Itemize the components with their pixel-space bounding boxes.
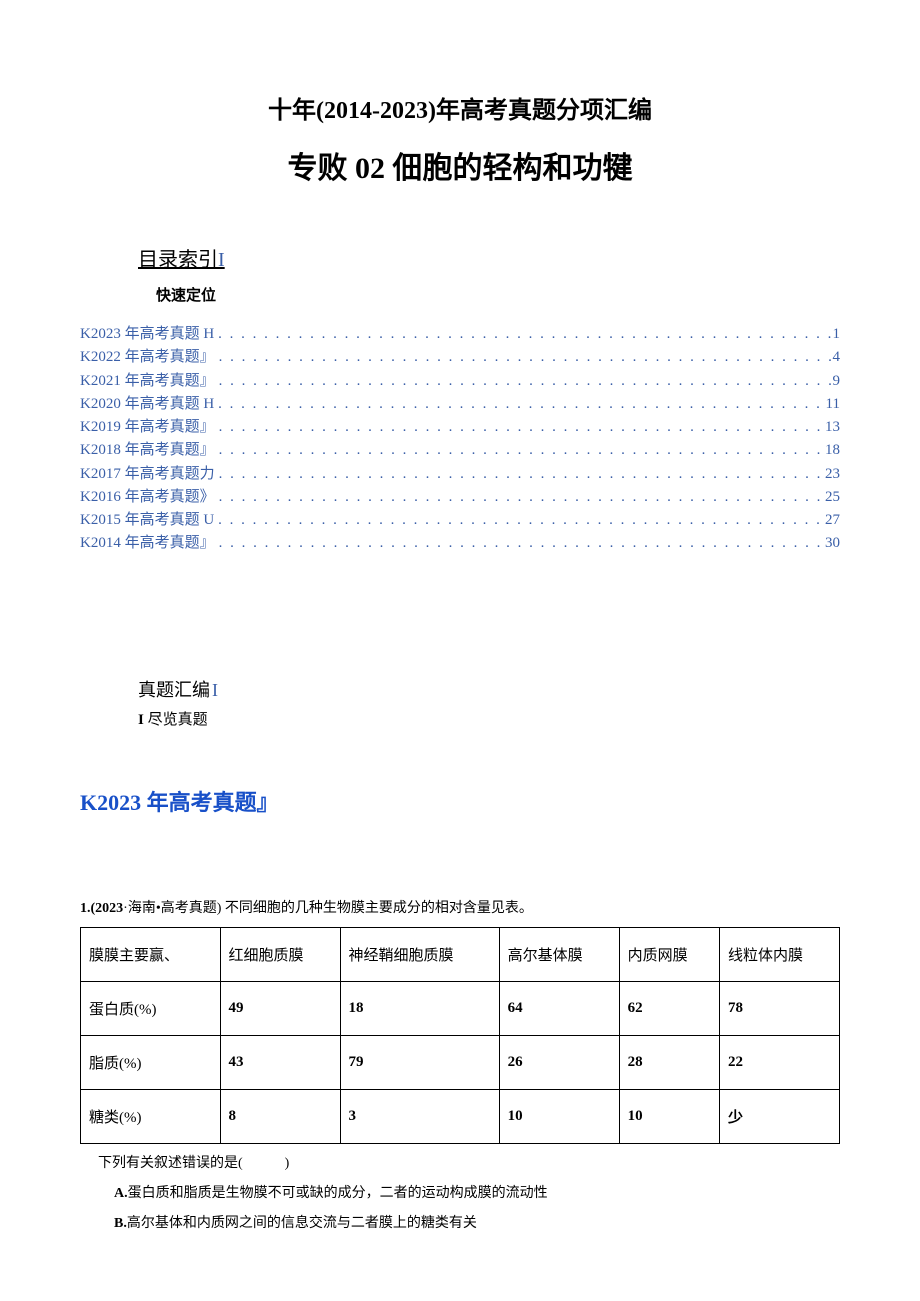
option-text: 高尔基体和内质网之间的信息交流与二者膜上的糖类有关 <box>127 1216 477 1231</box>
answer-option-a: A.蛋白质和脂质是生物膜不可或缺的成分，二者的运动构成膜的流动性 <box>80 1182 840 1202</box>
page-title-line2: 专败 02 佃胞的轻构和功犍 <box>80 143 840 187</box>
table-header-cell: 线粒体内膜 <box>719 927 839 981</box>
toc-item[interactable]: K2023 年高考真题 H 1 <box>80 323 840 346</box>
question-intro: 1.(2023·海南•高考真题) 不同细胞的几种生物膜主要成分的相对含量见表。 <box>80 897 840 917</box>
toc-heading-text: 目录索引 <box>138 249 218 271</box>
table-header-cell: 高尔基体膜 <box>499 927 619 981</box>
table-cell: 64 <box>499 981 619 1035</box>
table-cell: 26 <box>499 1035 619 1089</box>
toc-dots <box>214 509 825 532</box>
question-prompt: 下列有关叙述错误的是( ) <box>80 1152 840 1172</box>
table-row: 蛋白质(%) 49 18 64 62 78 <box>81 981 840 1035</box>
toc-item[interactable]: K2014 年高考真题』 30 <box>80 532 840 555</box>
table-row: 糖类(%) 8 3 10 10 少 <box>81 1089 840 1143</box>
table-cell: 49 <box>220 981 340 1035</box>
toc-item-page: 18 <box>825 439 840 462</box>
table-cell: 18 <box>340 981 499 1035</box>
year-heading-2023: K2023 年高考真题』 <box>80 785 840 817</box>
table-header-cell: 神经鞘细胞质膜 <box>340 927 499 981</box>
document-page: 十年(2014-2023)年高考真题分项汇编 专败 02 佃胞的轻构和功犍 目录… <box>0 0 920 1292</box>
compilation-sub-text: 尽览真题 <box>144 712 208 728</box>
toc-dots <box>215 346 833 369</box>
page-title-line1: 十年(2014-2023)年高考真题分项汇编 <box>80 90 840 125</box>
toc-item[interactable]: K2022 年高考真题』 4 <box>80 346 840 369</box>
table-cell: 43 <box>220 1035 340 1089</box>
toc-item-label: K2021 年高考真题』 <box>80 370 215 393</box>
question-intro-text: ·海南•高考真题) 不同细胞的几种生物膜主要成分的相对含量见表。 <box>123 901 533 916</box>
table-header-cell: 红细胞质膜 <box>220 927 340 981</box>
toc-subheading: 快速定位 <box>156 284 840 305</box>
toc-dots <box>214 323 832 346</box>
option-text: 蛋白质和脂质是生物膜不可或缺的成分，二者的运动构成膜的流动性 <box>128 1186 548 1201</box>
toc-dots <box>215 486 825 509</box>
question-number: 1.(2023 <box>80 901 123 916</box>
toc-dots <box>215 370 833 393</box>
toc-item-label: K2015 年高考真题 U <box>80 509 214 532</box>
toc-item-page: 27 <box>825 509 840 532</box>
toc-item-page: 30 <box>825 532 840 555</box>
toc-item-label: K2019 年高考真题』 <box>80 416 215 439</box>
compilation-subheading: I 尽览真题 <box>138 708 840 729</box>
table-cell: 79 <box>340 1035 499 1089</box>
option-letter: A. <box>114 1186 128 1201</box>
toc-dots <box>215 532 825 555</box>
table-row-label: 蛋白质(%) <box>81 981 221 1035</box>
toc-item-label: K2020 年高考真题 H <box>80 393 214 416</box>
toc-item-page: 4 <box>833 346 841 369</box>
toc-item-label: K2022 年高考真题』 <box>80 346 215 369</box>
table-cell: 10 <box>619 1089 719 1143</box>
toc-item[interactable]: K2017 年高考真题力 23 <box>80 463 840 486</box>
toc-dots <box>215 439 825 462</box>
membrane-composition-table: 膜膜主要赢、 红细胞质膜 神经鞘细胞质膜 高尔基体膜 内质网膜 线粒体内膜 蛋白… <box>80 927 840 1144</box>
toc-item-label: K2018 年高考真题』 <box>80 439 215 462</box>
table-row-label: 脂质(%) <box>81 1035 221 1089</box>
answer-option-b: B.高尔基体和内质网之间的信息交流与二者膜上的糖类有关 <box>80 1212 840 1232</box>
toc-item-page: 23 <box>825 463 840 486</box>
table-cell: 8 <box>220 1089 340 1143</box>
option-letter: B. <box>114 1216 127 1231</box>
toc-heading-bar: I <box>218 249 225 271</box>
compilation-heading-block: 真题汇编I I 尽览真题 <box>138 676 840 729</box>
toc-item[interactable]: K2016 年高考真题》 25 <box>80 486 840 509</box>
toc-item-label: K2016 年高考真题》 <box>80 486 215 509</box>
table-of-contents: K2023 年高考真题 H 1 K2022 年高考真题』 4 K2021 年高考… <box>80 323 840 556</box>
table-header-cell: 内质网膜 <box>619 927 719 981</box>
toc-dots <box>215 463 825 486</box>
toc-item-label: K2017 年高考真题力 <box>80 463 215 486</box>
table-header-cell: 膜膜主要赢、 <box>81 927 221 981</box>
toc-dots <box>215 416 825 439</box>
toc-item[interactable]: K2019 年高考真题』 13 <box>80 416 840 439</box>
toc-item[interactable]: K2015 年高考真题 U 27 <box>80 509 840 532</box>
toc-item-page: 1 <box>833 323 841 346</box>
table-cell: 少 <box>719 1089 839 1143</box>
table-cell: 78 <box>719 981 839 1035</box>
compilation-bar: I <box>212 680 218 700</box>
compilation-heading: 真题汇编 <box>138 680 210 700</box>
table-header-row: 膜膜主要赢、 红细胞质膜 神经鞘细胞质膜 高尔基体膜 内质网膜 线粒体内膜 <box>81 927 840 981</box>
toc-item-label: K2023 年高考真题 H <box>80 323 214 346</box>
table-cell: 62 <box>619 981 719 1035</box>
toc-dots <box>214 393 825 416</box>
toc-item[interactable]: K2021 年高考真题』 9 <box>80 370 840 393</box>
toc-item-label: K2014 年高考真题』 <box>80 532 215 555</box>
table-cell: 22 <box>719 1035 839 1089</box>
toc-item-page: 13 <box>825 416 840 439</box>
toc-item-page: 11 <box>826 393 840 416</box>
table-cell: 3 <box>340 1089 499 1143</box>
toc-item[interactable]: K2020 年高考真题 H 11 <box>80 393 840 416</box>
table-row-label: 糖类(%) <box>81 1089 221 1143</box>
table-row: 脂质(%) 43 79 26 28 22 <box>81 1035 840 1089</box>
toc-heading: 目录索引I <box>138 243 840 272</box>
toc-item-page: 25 <box>825 486 840 509</box>
toc-item[interactable]: K2018 年高考真题』 18 <box>80 439 840 462</box>
table-cell: 10 <box>499 1089 619 1143</box>
table-cell: 28 <box>619 1035 719 1089</box>
toc-item-page: 9 <box>833 370 841 393</box>
